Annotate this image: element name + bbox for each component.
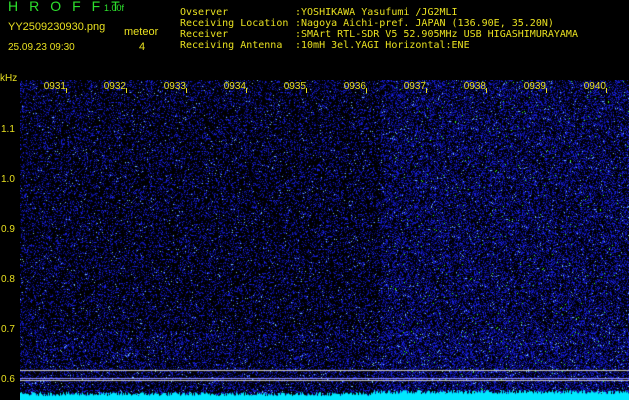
meteor-label: meteor (124, 26, 159, 38)
app-version: 1.00f (104, 3, 125, 13)
info-value: :Nagoya Aichi-pref. JAPAN (136.90E, 35.2… (295, 18, 554, 29)
info-label: Receiving Location (180, 18, 289, 29)
y-tick-label: 1.1 (1, 124, 15, 135)
x-tick (126, 88, 127, 93)
spectrogram (20, 80, 629, 400)
info-value: :10mH 3el.YAGI Horizontal:ENE (295, 40, 470, 51)
x-tick-label: 0932 (103, 81, 126, 92)
info-label: Receiver (180, 29, 229, 40)
x-tick-label: 0938 (463, 81, 486, 92)
info-label: Ovserver (180, 7, 229, 18)
x-tick-label: 0931 (43, 81, 66, 92)
x-tick (546, 88, 547, 93)
y-tick-label: 0.8 (1, 274, 15, 285)
x-tick-label: 0934 (223, 81, 246, 92)
x-tick-label: 0939 (523, 81, 546, 92)
x-tick (66, 88, 67, 93)
file-name: YY2509230930.png (8, 21, 106, 33)
y-tick-label: 1.0 (1, 174, 15, 185)
y-tick-label: 0.6 (1, 374, 15, 385)
x-tick (606, 88, 607, 93)
meteor-count: 4 (139, 41, 146, 53)
x-tick (186, 88, 187, 93)
info-label: Receiving Antenna (180, 40, 283, 51)
x-tick (366, 88, 367, 93)
x-tick-label: 0937 (403, 81, 426, 92)
x-tick (426, 88, 427, 93)
file-datetime: 25.09.23 09:30 (8, 42, 75, 53)
x-tick-label: 0933 (163, 81, 186, 92)
info-value: :SMArt RTL-SDR V5 52.905MHz USB HIGASHIM… (295, 29, 578, 40)
x-tick-label: 0936 (343, 81, 366, 92)
x-tick-label: 0940 (583, 81, 606, 92)
y-tick-label: 0.9 (1, 224, 15, 235)
x-tick (306, 88, 307, 93)
x-tick (486, 88, 487, 93)
info-value: :YOSHIKAWA Yasufumi /JG2MLI (295, 7, 458, 18)
y-tick-label: 0.7 (1, 324, 15, 335)
x-tick-label: 0935 (283, 81, 306, 92)
x-tick (246, 88, 247, 93)
unit-label: kHz (0, 73, 18, 84)
